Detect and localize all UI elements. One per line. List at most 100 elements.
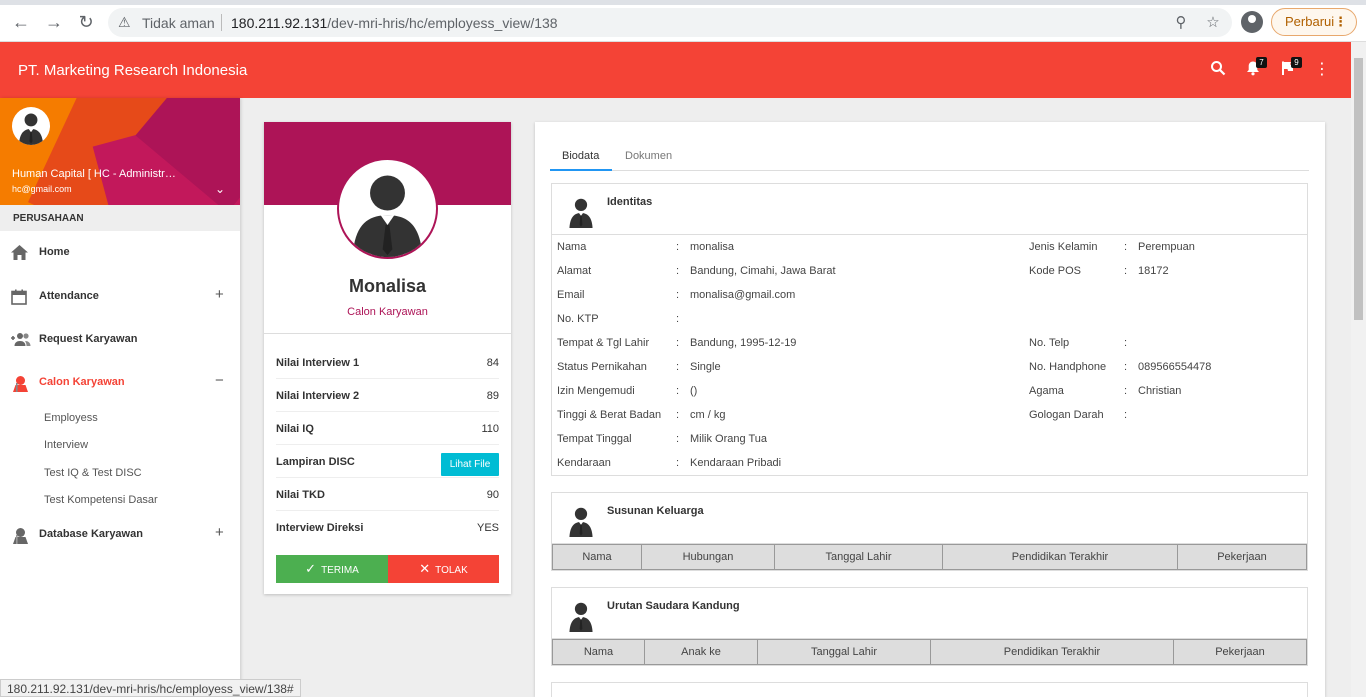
user-email: hc@gmail.com: [12, 184, 72, 194]
people-add-icon-graphic: [11, 333, 31, 346]
field-label: No. KTP: [557, 313, 599, 325]
section-header: Identitas: [552, 184, 1307, 235]
bell-icon[interactable]: 7: [1243, 57, 1267, 80]
score-row-iq: Nilai IQ 110: [276, 412, 499, 445]
profile-role: Calon Karyawan: [347, 306, 428, 318]
person-silhouette-icon: [18, 113, 44, 145]
search-icon[interactable]: [1208, 60, 1228, 80]
score-row-interview-2: Nilai Interview 2 89: [276, 379, 499, 412]
security-label[interactable]: Tidak aman: [142, 15, 215, 31]
score-value: 110: [481, 423, 499, 435]
url-text[interactable]: 180.211.92.131/dev-mri-hris/hc/employess…: [231, 15, 558, 31]
forward-icon[interactable]: →: [43, 11, 65, 33]
section-header: Susunan Keluarga: [552, 493, 1307, 544]
sidebar-item-database-karyawan[interactable]: Database Karyawan +: [0, 515, 240, 555]
star-icon[interactable]: ☆: [1203, 13, 1223, 33]
sidebar-item-attendance[interactable]: Attendance +: [0, 277, 240, 317]
submenu-item-employess[interactable]: Employess: [44, 412, 98, 424]
view-file-button[interactable]: Lihat File: [441, 453, 499, 476]
field-value: 089566554478: [1138, 361, 1212, 373]
column-header[interactable]: Pekerjaan: [1177, 544, 1307, 570]
column-header[interactable]: Pendidikan Terakhir: [942, 544, 1178, 570]
field-colon: :: [676, 265, 680, 277]
field-colon: :: [676, 289, 680, 301]
collapse-icon[interactable]: −: [215, 372, 224, 389]
section-title: Identitas: [607, 196, 653, 208]
check-icon: ✓: [305, 561, 317, 576]
person-silhouette-icon: [352, 175, 423, 257]
column-header[interactable]: Nama: [552, 639, 645, 665]
field-label: Status Pernikahan: [557, 361, 647, 373]
accept-label: TERIMA: [321, 565, 359, 576]
field-value: Bandung, Cimahi, Jawa Barat: [690, 265, 836, 277]
update-button[interactable]: Perbarui ⋮: [1271, 8, 1357, 36]
warning-icon[interactable]: ⚠: [118, 14, 134, 30]
field-label: Alamat: [557, 265, 592, 277]
column-header[interactable]: Tanggal Lahir: [757, 639, 931, 665]
scrollbar-thumb[interactable]: [1354, 58, 1363, 320]
person-silhouette-icon: [564, 693, 598, 697]
tab-biodata[interactable]: Biodata: [562, 150, 599, 162]
chevron-down-icon[interactable]: ⌄: [212, 182, 228, 196]
column-header[interactable]: Nama: [552, 544, 642, 570]
field-value: Single: [690, 361, 721, 373]
flag-badge: 9: [1291, 57, 1302, 68]
field-label: Kode POS: [1029, 265, 1081, 277]
more-vert-icon[interactable]: ⋮: [1312, 60, 1332, 80]
sidebar-item-calon-karyawan[interactable]: Calon Karyawan −: [0, 363, 240, 403]
person-pin-icon-graphic: [13, 376, 28, 392]
avatar[interactable]: [12, 107, 50, 145]
field-label: Jenis Kelamin: [1029, 241, 1098, 253]
column-header[interactable]: Pendidikan Terakhir: [930, 639, 1174, 665]
detail-card: Biodata Dokumen Identitas Nama: monalisa A…: [535, 122, 1325, 697]
field-value: Christian: [1138, 385, 1182, 397]
expand-icon[interactable]: +: [215, 286, 224, 303]
status-bar-url: 180.211.92.131/dev-mri-hris/hc/employess…: [0, 679, 301, 697]
address-divider: [221, 14, 222, 31]
sidebar-item-label: Home: [39, 246, 70, 258]
back-icon[interactable]: ←: [10, 11, 32, 33]
zoom-icon[interactable]: ⚲: [1171, 13, 1191, 33]
sidebar: Human Capital [ HC - Administrator ] hc@…: [0, 98, 240, 697]
field-value: 18172: [1138, 265, 1169, 277]
field-label: Agama: [1029, 385, 1064, 397]
section-header: Urutan Saudara Kandung: [552, 588, 1307, 639]
app-title[interactable]: PT. Marketing Research Indonesia: [18, 62, 247, 79]
field-colon: :: [1124, 361, 1128, 373]
address-bar[interactable]: ⚠ Tidak aman 180.211.92.131/dev-mri-hris…: [108, 8, 1232, 37]
sidebar-item-home[interactable]: Home: [0, 233, 240, 273]
home-icon-graphic: [11, 245, 28, 260]
reject-button[interactable]: ✕ TOLAK: [388, 555, 499, 583]
score-label: Nilai Interview 1: [276, 357, 360, 369]
sidebar-item-label: Request Karyawan: [39, 333, 138, 345]
field-colon: :: [1124, 337, 1128, 349]
score-label: Lampiran DISC: [276, 456, 355, 468]
section-susunan-keluarga: Susunan Keluarga Nama Hubungan Tanggal L…: [551, 492, 1308, 571]
column-header[interactable]: Anak ke: [644, 639, 758, 665]
calendar-icon-graphic: [11, 289, 27, 305]
expand-icon[interactable]: +: [215, 524, 224, 541]
accept-button[interactable]: ✓ TERIMA: [276, 555, 388, 583]
flag-icon[interactable]: 9: [1278, 57, 1302, 80]
field-colon: :: [676, 337, 680, 349]
column-header[interactable]: Hubungan: [641, 544, 775, 570]
profile-icon[interactable]: [1241, 11, 1263, 33]
person-pin-icon: [11, 375, 29, 392]
sidebar-item-request-karyawan[interactable]: Request Karyawan: [0, 320, 240, 360]
section-urutan-saudara: Urutan Saudara Kandung Nama Anak ke Tang…: [551, 587, 1308, 666]
sidebar-item-label: Attendance: [39, 290, 99, 302]
user-info-panel: Human Capital [ HC - Administrator ] hc@…: [0, 98, 240, 205]
url-host: 180.211.92.131: [231, 15, 328, 31]
home-icon: [11, 245, 29, 261]
submenu-item-test-kompetensi[interactable]: Test Kompetensi Dasar: [44, 494, 158, 506]
url-path: /dev-mri-hris/hc/employess_view/138: [327, 15, 558, 31]
reload-icon[interactable]: ↻: [75, 11, 97, 33]
score-label: Nilai TKD: [276, 489, 325, 501]
submenu-item-test-iq-disc[interactable]: Test IQ & Test DISC: [44, 467, 142, 479]
page-scrollbar[interactable]: [1351, 42, 1366, 697]
column-header[interactable]: Pekerjaan: [1173, 639, 1307, 665]
tab-dokumen[interactable]: Dokumen: [625, 150, 672, 162]
notification-badge: 7: [1256, 57, 1267, 68]
submenu-item-interview[interactable]: Interview: [44, 439, 88, 451]
column-header[interactable]: Tanggal Lahir: [774, 544, 943, 570]
